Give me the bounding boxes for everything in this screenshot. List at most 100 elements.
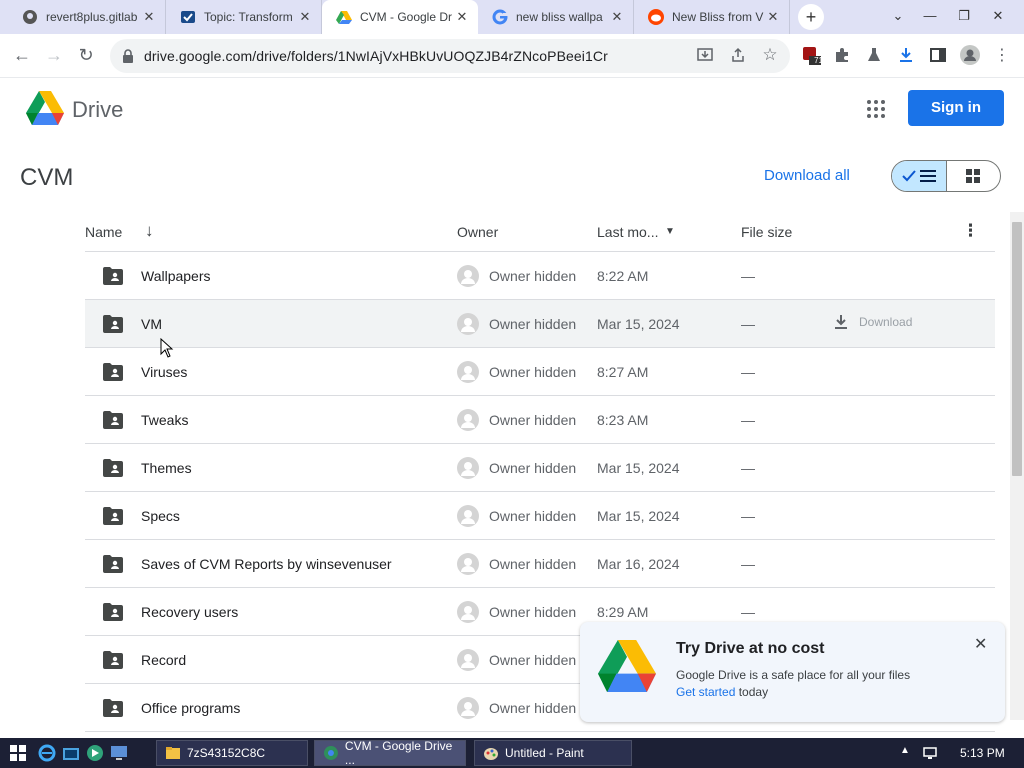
- sign-in-button[interactable]: Sign in: [908, 90, 1004, 126]
- close-tab-icon[interactable]: ✕: [765, 9, 781, 25]
- apps-grid-icon[interactable]: [866, 99, 886, 119]
- browser-tab[interactable]: Topic: Transform ✕: [166, 0, 322, 34]
- download-icon[interactable]: [895, 44, 917, 66]
- shared-folder-icon: [103, 459, 123, 477]
- get-started-link[interactable]: Get started: [676, 685, 735, 699]
- owner-avatar-icon: [457, 313, 479, 335]
- taskbar-item-label: 7zS43152C8C: [187, 746, 266, 760]
- github-icon: [23, 10, 37, 24]
- file-list-row[interactable]: Themes Owner hidden Mar 15, 2024 —: [85, 444, 995, 492]
- close-tab-icon[interactable]: ✕: [141, 9, 157, 25]
- extensions-puzzle-icon[interactable]: [831, 44, 853, 66]
- modified-text: Mar 15, 2024: [597, 508, 680, 524]
- scrollbar-thumb[interactable]: [1012, 222, 1022, 476]
- google-icon: [492, 9, 508, 25]
- more-options-icon[interactable]: ⋮: [962, 221, 979, 241]
- file-name[interactable]: Recovery users: [141, 604, 238, 620]
- bookmark-star-icon[interactable]: ☆: [759, 44, 781, 66]
- file-name[interactable]: Saves of CVM Reports by winsevenuser: [141, 556, 392, 572]
- scrollbar[interactable]: [1010, 212, 1024, 720]
- remote-desktop-icon[interactable]: [110, 744, 128, 762]
- file-name[interactable]: Tweaks: [141, 412, 188, 428]
- row-download-button[interactable]: Download: [833, 314, 912, 330]
- modified-column-header[interactable]: Last mo...: [597, 224, 658, 240]
- owner-text: Owner hidden: [489, 556, 577, 572]
- close-window-icon[interactable]: ✕: [982, 0, 1014, 34]
- modified-text: 8:27 AM: [597, 364, 649, 380]
- media-player-icon[interactable]: [86, 744, 104, 762]
- shared-folder-icon: [103, 507, 123, 525]
- folder-title: CVM: [20, 164, 74, 191]
- drive-icon: [336, 11, 352, 24]
- modified-text: Mar 15, 2024: [597, 460, 680, 476]
- mouse-cursor-icon: [160, 338, 174, 358]
- download-all-button[interactable]: Download all: [764, 167, 850, 184]
- file-name[interactable]: Viruses: [141, 364, 187, 380]
- reload-icon[interactable]: ↻: [74, 43, 98, 67]
- file-list-row[interactable]: Saves of CVM Reports by winsevenuser Owne…: [85, 540, 995, 588]
- windows-start-icon[interactable]: [10, 745, 26, 761]
- file-name[interactable]: Office programs: [141, 700, 240, 716]
- drive-logo-icon: [598, 640, 656, 692]
- modified-text: 8:23 AM: [597, 412, 649, 428]
- grid-view-button[interactable]: [947, 161, 1001, 191]
- browser-tab[interactable]: revert8plus.gitlab ✕: [8, 0, 166, 34]
- close-icon[interactable]: ✕: [974, 634, 987, 654]
- file-size-column-header[interactable]: File size: [741, 224, 792, 240]
- name-column-header[interactable]: Name: [85, 224, 122, 240]
- browser-tab[interactable]: new bliss wallpa ✕: [478, 0, 634, 34]
- drive-logo-icon[interactable]: [26, 91, 64, 125]
- tray-expand-icon[interactable]: ▲: [900, 745, 910, 756]
- minimize-icon[interactable]: —: [914, 0, 946, 34]
- file-list-row[interactable]: Wallpapers Owner hidden 8:22 AM —: [85, 252, 995, 300]
- new-tab-button[interactable]: +: [798, 4, 824, 30]
- address-bar[interactable]: drive.google.com/drive/folders/1NwIAjVxH…: [110, 39, 790, 73]
- taskbar-item[interactable]: 7zS43152C8C: [156, 740, 308, 766]
- install-app-icon[interactable]: [694, 44, 716, 66]
- file-explorer-icon[interactable]: [62, 744, 80, 762]
- file-name[interactable]: Themes: [141, 460, 192, 476]
- file-list-row[interactable]: Viruses Owner hidden 8:27 AM —: [85, 348, 995, 396]
- file-list-row[interactable]: VM Owner hidden Mar 15, 2024 — Download: [85, 300, 995, 348]
- back-icon[interactable]: ←: [10, 43, 34, 67]
- view-toggle: [891, 160, 1001, 192]
- browser-tab-active[interactable]: CVM - Google Dr ✕: [322, 0, 478, 34]
- file-name[interactable]: Specs: [141, 508, 180, 524]
- modified-text: 8:29 AM: [597, 604, 649, 620]
- internet-explorer-icon[interactable]: [38, 744, 56, 762]
- list-view-button[interactable]: [892, 161, 947, 191]
- owner-avatar-icon: [457, 505, 479, 527]
- forward-icon[interactable]: →: [42, 43, 66, 67]
- file-name[interactable]: VM: [141, 316, 162, 332]
- app-title[interactable]: Drive: [72, 97, 123, 123]
- file-list-row[interactable]: Specs Owner hidden Mar 15, 2024 —: [85, 492, 995, 540]
- extension-badge-icon[interactable]: 71: [800, 44, 823, 66]
- file-name[interactable]: Record: [141, 652, 186, 668]
- owner-avatar-icon: [457, 265, 479, 287]
- file-list-row[interactable]: Tweaks Owner hidden 8:23 AM —: [85, 396, 995, 444]
- owner-text: Owner hidden: [489, 268, 577, 284]
- browser-menu-icon[interactable]: ⋮: [991, 44, 1013, 66]
- share-icon[interactable]: [727, 44, 749, 66]
- close-tab-icon[interactable]: ✕: [454, 9, 470, 25]
- side-panel-icon[interactable]: [927, 44, 949, 66]
- browser-tab[interactable]: New Bliss from V ✕: [634, 0, 790, 34]
- close-tab-icon[interactable]: ✕: [609, 9, 625, 25]
- sort-arrow-down-icon[interactable]: ↓: [145, 221, 154, 241]
- close-tab-icon[interactable]: ✕: [297, 9, 313, 25]
- flask-icon[interactable]: [863, 44, 885, 66]
- shared-folder-icon: [103, 315, 123, 333]
- tab-search-icon[interactable]: ⌄: [882, 0, 914, 34]
- owner-avatar-icon: [457, 457, 479, 479]
- owner-column-header[interactable]: Owner: [457, 224, 498, 240]
- restore-icon[interactable]: ❐: [948, 0, 980, 34]
- dropdown-caret-icon[interactable]: ▼: [665, 226, 675, 237]
- taskbar-item[interactable]: Untitled - Paint: [474, 740, 632, 766]
- taskbar-clock[interactable]: 5:13 PM: [960, 746, 1005, 760]
- taskbar-item-active[interactable]: CVM - Google Drive ...: [314, 739, 466, 767]
- file-name[interactable]: Wallpapers: [141, 268, 211, 284]
- owner-text: Owner hidden: [489, 316, 577, 332]
- owner-text: Owner hidden: [489, 364, 577, 380]
- profile-icon[interactable]: [959, 44, 981, 66]
- network-icon[interactable]: [922, 745, 938, 761]
